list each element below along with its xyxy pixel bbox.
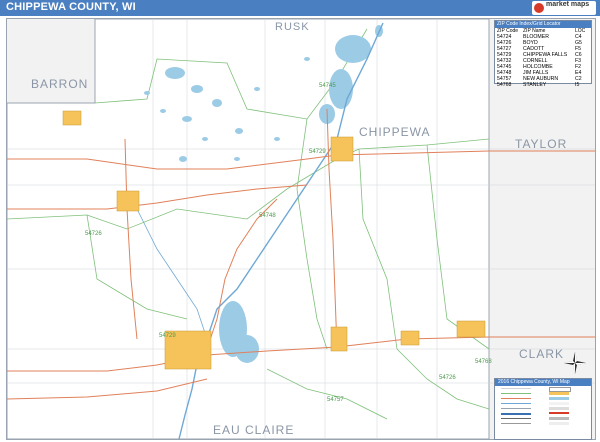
- title-bar: CHIPPEWA COUNTY, WI market maps: [0, 0, 600, 16]
- map-info-box: 2016 Chippewa County, WI Map: [494, 378, 592, 440]
- info-header: 2016 Chippewa County, WI Map: [495, 379, 591, 386]
- zip-index-legend: ZIP Code Index/Grid Locator ZIP Code ZIP…: [494, 20, 592, 88]
- label-barron: BARRON: [31, 77, 89, 91]
- label-clark: CLARK: [519, 347, 565, 361]
- zip-label: 54748: [259, 213, 276, 219]
- label-rusk: RUSK: [275, 21, 310, 33]
- info-row: [495, 421, 591, 426]
- legend-header: ZIP Code Index/Grid Locator: [495, 21, 591, 28]
- logo-icon: [534, 3, 544, 13]
- label-chippewa: CHIPPEWA: [359, 125, 431, 139]
- zip-label: 54757: [327, 397, 344, 403]
- zip-label: 54729: [309, 149, 326, 155]
- compass-icon: [564, 352, 586, 374]
- label-eau-claire: EAU CLAIRE: [213, 423, 295, 437]
- zip-label: 54726: [85, 231, 102, 237]
- zip-label: 54726: [439, 375, 456, 381]
- zip-label: 54768: [475, 359, 492, 365]
- zip-label: 54729: [159, 333, 176, 339]
- logo-text: market maps: [546, 1, 590, 8]
- zip-label: 54745: [319, 83, 336, 89]
- map-title: CHIPPEWA COUNTY, WI: [6, 1, 136, 13]
- label-taylor: TAYLOR: [515, 137, 568, 151]
- brand-logo: market maps: [532, 1, 596, 15]
- legend-row: 54768 STANLEY I5: [497, 82, 580, 88]
